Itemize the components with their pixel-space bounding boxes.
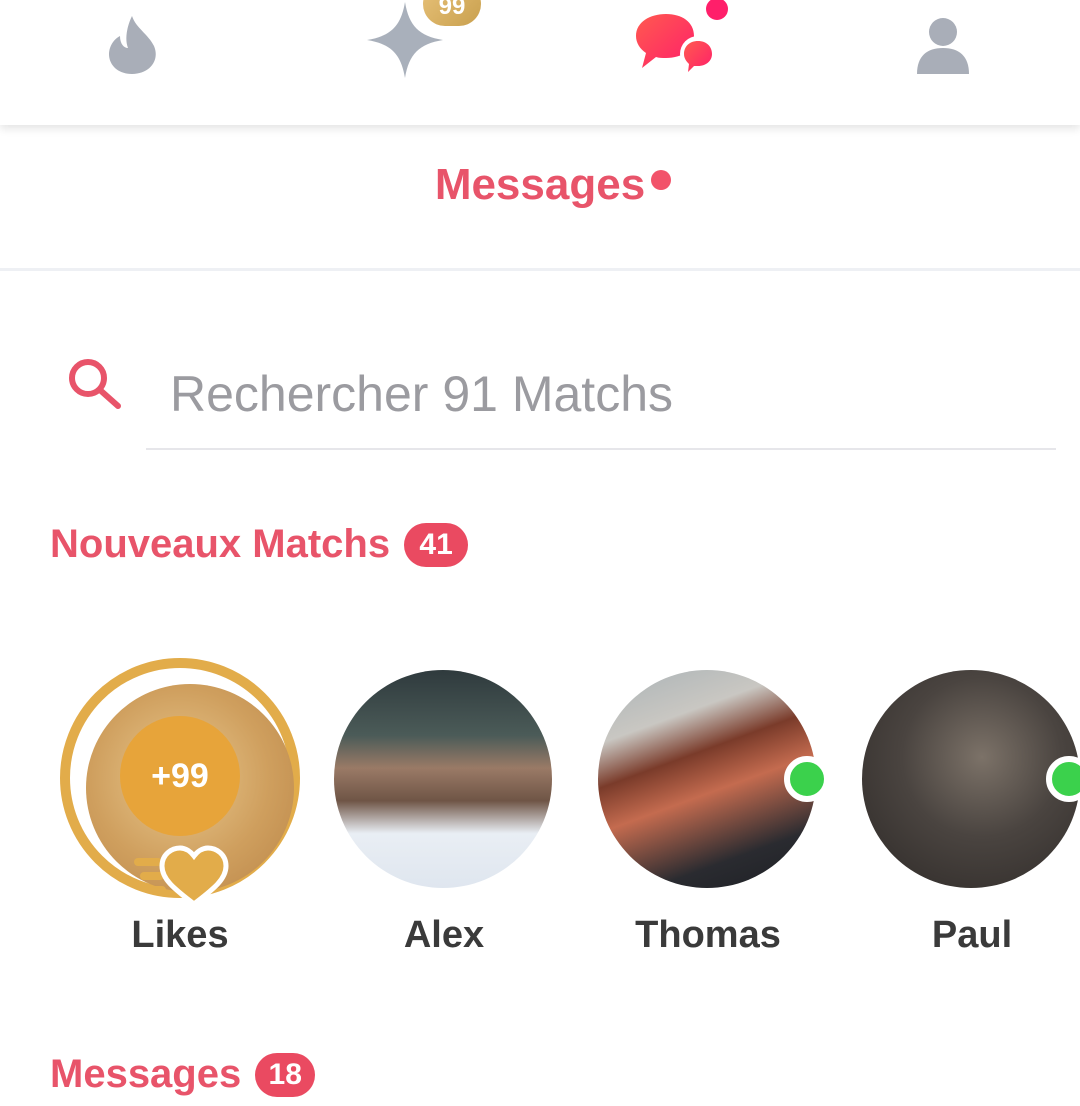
new-matches-count-badge: 41 bbox=[404, 522, 469, 567]
nav-gold-button[interactable]: 99 bbox=[335, 0, 481, 110]
nav-profile-button[interactable] bbox=[875, 0, 1015, 110]
top-navigation: 99 bbox=[0, 0, 1080, 125]
person-icon bbox=[917, 18, 969, 74]
search-icon bbox=[66, 356, 124, 415]
match-name-paul: Paul bbox=[931, 914, 1013, 956]
gold-count-badge: 99 bbox=[423, 0, 481, 26]
new-matches-label: Nouveaux Matchs bbox=[50, 522, 391, 566]
messages-section-header: Messages 18 bbox=[50, 1052, 316, 1097]
nav-messages-button[interactable] bbox=[608, 0, 748, 110]
flame-icon bbox=[108, 16, 156, 74]
match-name-thomas: Thomas bbox=[635, 914, 781, 956]
match-name-alex: Alex bbox=[403, 914, 485, 956]
messages-section-label: Messages bbox=[50, 1052, 242, 1096]
new-matches-header: Nouveaux Matchs 41 bbox=[50, 522, 469, 567]
page-title: Messages bbox=[0, 160, 1080, 210]
messages-notification-dot bbox=[706, 0, 728, 20]
title-notification-dot bbox=[651, 170, 672, 190]
header-divider bbox=[0, 268, 1080, 271]
chat-bubbles-icon bbox=[636, 14, 716, 72]
likes-count-badge: +99 bbox=[120, 716, 240, 836]
messages-count-badge: 18 bbox=[255, 1052, 316, 1097]
likes-label: Likes bbox=[131, 914, 229, 956]
search-input[interactable] bbox=[146, 340, 1056, 450]
page-title-text: Messages bbox=[434, 160, 646, 209]
online-indicator bbox=[784, 756, 830, 802]
avatar-alex[interactable] bbox=[334, 670, 552, 888]
nav-discover-button[interactable] bbox=[64, 0, 204, 110]
heart-speed-icon bbox=[134, 845, 229, 908]
